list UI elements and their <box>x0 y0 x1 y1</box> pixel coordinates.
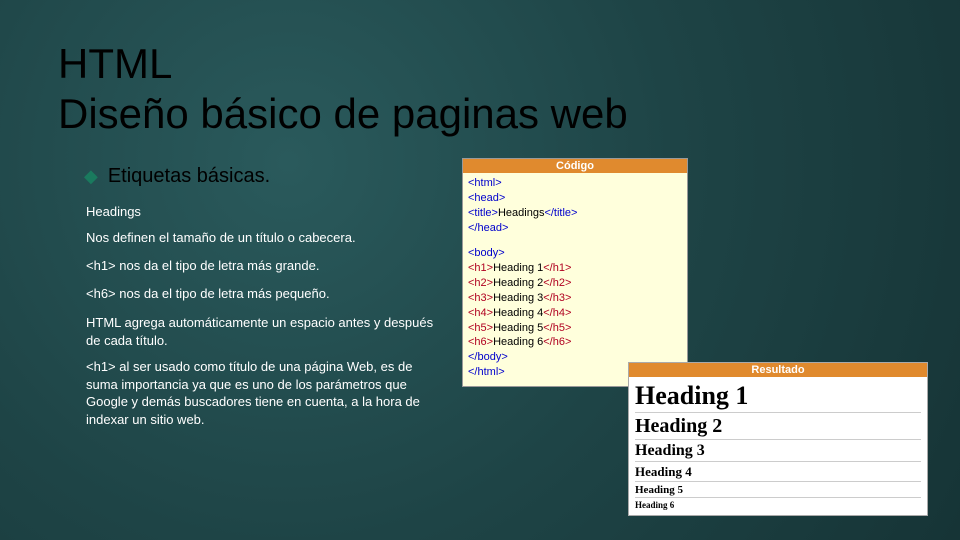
code-line: <html> <box>468 177 502 189</box>
code-line: </html> <box>468 366 505 378</box>
bullet-label: Etiquetas básicas. <box>108 165 270 188</box>
code-line: </h6> <box>543 336 571 348</box>
code-line: </head> <box>468 222 508 234</box>
slide-title-line1: HTML <box>58 40 172 88</box>
paragraph-1: Nos definen el tamaño de un título o cab… <box>86 230 356 245</box>
code-line: <h6> <box>468 336 493 348</box>
code-line: <h5> <box>468 322 493 334</box>
code-text: Headings <box>498 207 544 219</box>
result-panel-body: Heading 1 Heading 2 Heading 3 Heading 4 … <box>629 377 927 515</box>
paragraph-5: <h1> al ser usado como título de una pág… <box>86 358 446 428</box>
result-h2: Heading 2 <box>635 412 921 439</box>
code-text: Heading 3 <box>493 292 543 304</box>
code-line: <h4> <box>468 307 493 319</box>
result-h4: Heading 4 <box>635 461 921 481</box>
slide-title-line2: Diseño básico de paginas web <box>58 90 628 138</box>
code-text: Heading 2 <box>493 277 543 289</box>
code-panel-body: <html> <head> <title>Headings</title> </… <box>463 173 687 386</box>
code-line: </h2> <box>543 277 571 289</box>
result-h5: Heading 5 <box>635 481 921 497</box>
result-h3: Heading 3 <box>635 439 921 461</box>
code-line: <h3> <box>468 292 493 304</box>
headings-label: Headings <box>86 204 141 219</box>
bullet-icon: ◆ <box>84 166 98 187</box>
code-line: </title> <box>544 207 577 219</box>
code-panel: Código <html> <head> <title>Headings</ti… <box>462 158 688 387</box>
paragraph-3: <h6> nos da el tipo de letra más pequeño… <box>86 286 330 301</box>
code-line: <title> <box>468 207 498 219</box>
result-h6: Heading 6 <box>635 497 921 511</box>
inline-tag-h6: <h6> <box>86 286 116 301</box>
code-line: </h1> <box>543 262 571 274</box>
code-panel-header: Código <box>463 159 687 173</box>
code-text: Heading 5 <box>493 322 543 334</box>
code-line: <head> <box>468 192 505 204</box>
inline-tag-h1: <h1> <box>86 258 116 273</box>
paragraph-3-rest: nos da el tipo de letra más pequeño. <box>116 286 330 301</box>
code-line: </h5> <box>543 322 571 334</box>
code-text: Heading 1 <box>493 262 543 274</box>
bullet-item: ◆ Etiquetas básicas. <box>84 165 270 188</box>
result-panel: Resultado Heading 1 Heading 2 Heading 3 … <box>628 362 928 516</box>
code-text: Heading 4 <box>493 307 543 319</box>
paragraph-2-rest: nos da el tipo de letra más grande. <box>116 258 320 273</box>
code-line: <h1> <box>468 262 493 274</box>
code-text: Heading 6 <box>493 336 543 348</box>
paragraph-4: HTML agrega automáticamente un espacio a… <box>86 314 446 349</box>
code-line: <body> <box>468 247 505 259</box>
code-line: <h2> <box>468 277 493 289</box>
code-line: </h3> <box>543 292 571 304</box>
code-line: </body> <box>468 351 508 363</box>
result-h1: Heading 1 <box>635 379 921 412</box>
paragraph-2: <h1> nos da el tipo de letra más grande. <box>86 258 319 273</box>
code-line: </h4> <box>543 307 571 319</box>
result-panel-header: Resultado <box>629 363 927 377</box>
